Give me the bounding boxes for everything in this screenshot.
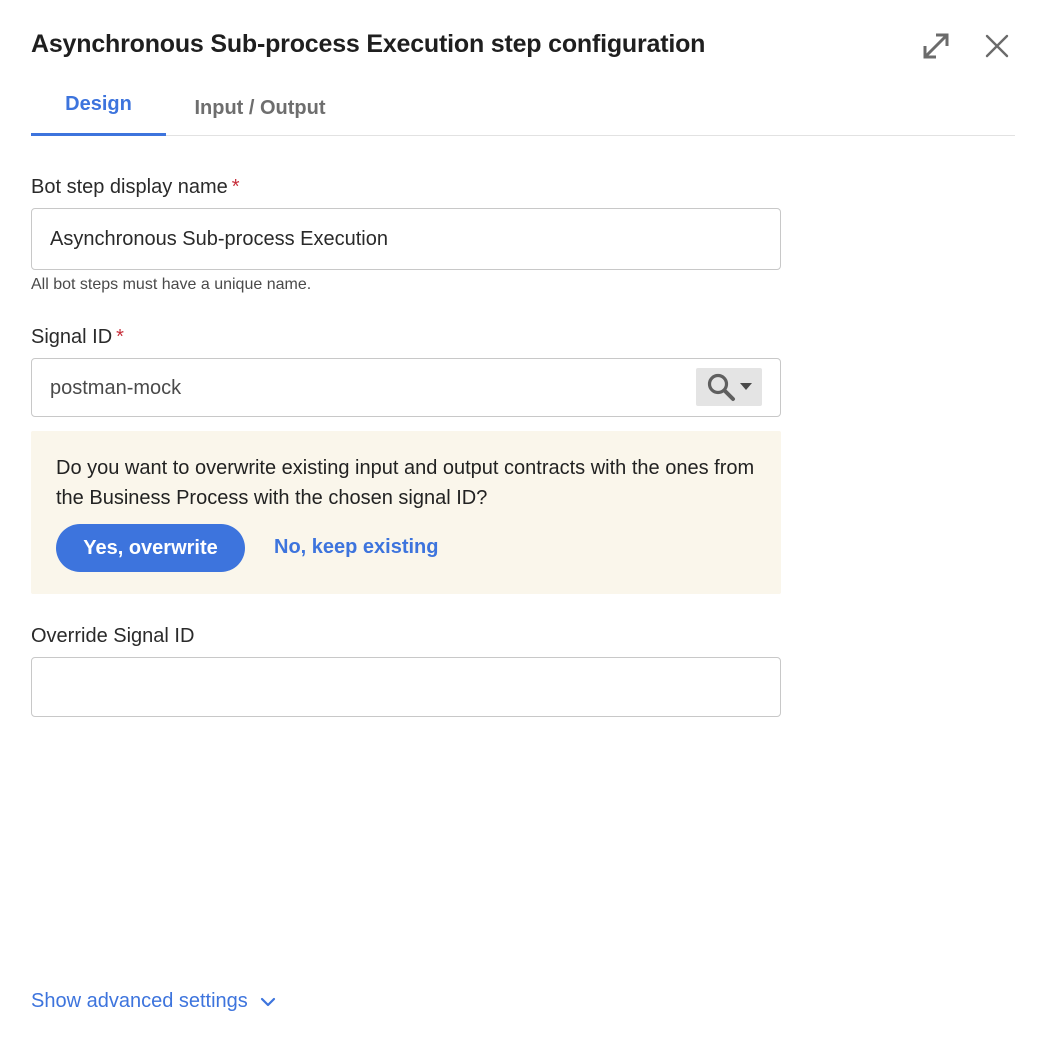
tab-bar: Design Input / Output [31, 80, 1015, 136]
search-icon [707, 373, 735, 401]
override-signal-id-label: Override Signal ID [31, 625, 195, 647]
override-signal-id-input[interactable] [31, 657, 781, 717]
close-button[interactable] [979, 28, 1015, 64]
close-icon [985, 34, 1009, 58]
required-mark: * [116, 326, 124, 348]
signal-id-combobox[interactable]: postman-mock [31, 358, 781, 417]
required-mark: * [231, 176, 240, 198]
signal-id-label: Signal ID * [31, 326, 124, 349]
signal-id-value: postman-mock [50, 377, 182, 399]
display-name-input[interactable] [31, 208, 781, 270]
dialog-title: Asynchronous Sub-process Execution step … [31, 30, 706, 58]
expand-icon [923, 33, 949, 59]
expand-button[interactable] [918, 28, 954, 64]
display-name-label: Bot step display name * [31, 176, 240, 199]
caret-down-icon [740, 383, 752, 390]
yes-overwrite-button[interactable]: Yes, overwrite [56, 524, 245, 572]
display-name-label-text: Bot step display name [31, 176, 228, 198]
chevron-down-icon [260, 997, 275, 1006]
display-name-help: All bot steps must have a unique name. [31, 276, 312, 293]
signal-id-label-text: Signal ID [31, 326, 113, 348]
show-advanced-settings-toggle[interactable]: Show advanced settings [31, 990, 276, 1013]
notice-message: Do you want to overwrite existing input … [56, 457, 755, 509]
no-keep-existing-button[interactable]: No, keep existing [274, 536, 439, 559]
tab-input-output[interactable]: Input / Output [190, 80, 330, 135]
tab-design[interactable]: Design [31, 80, 166, 136]
step-configuration-dialog: Asynchronous Sub-process Execution step … [0, 0, 1043, 1052]
overwrite-contracts-notice: Do you want to overwrite existing input … [31, 431, 781, 594]
signal-id-search-button[interactable] [696, 368, 762, 406]
advanced-settings-label: Show advanced settings [31, 990, 248, 1012]
